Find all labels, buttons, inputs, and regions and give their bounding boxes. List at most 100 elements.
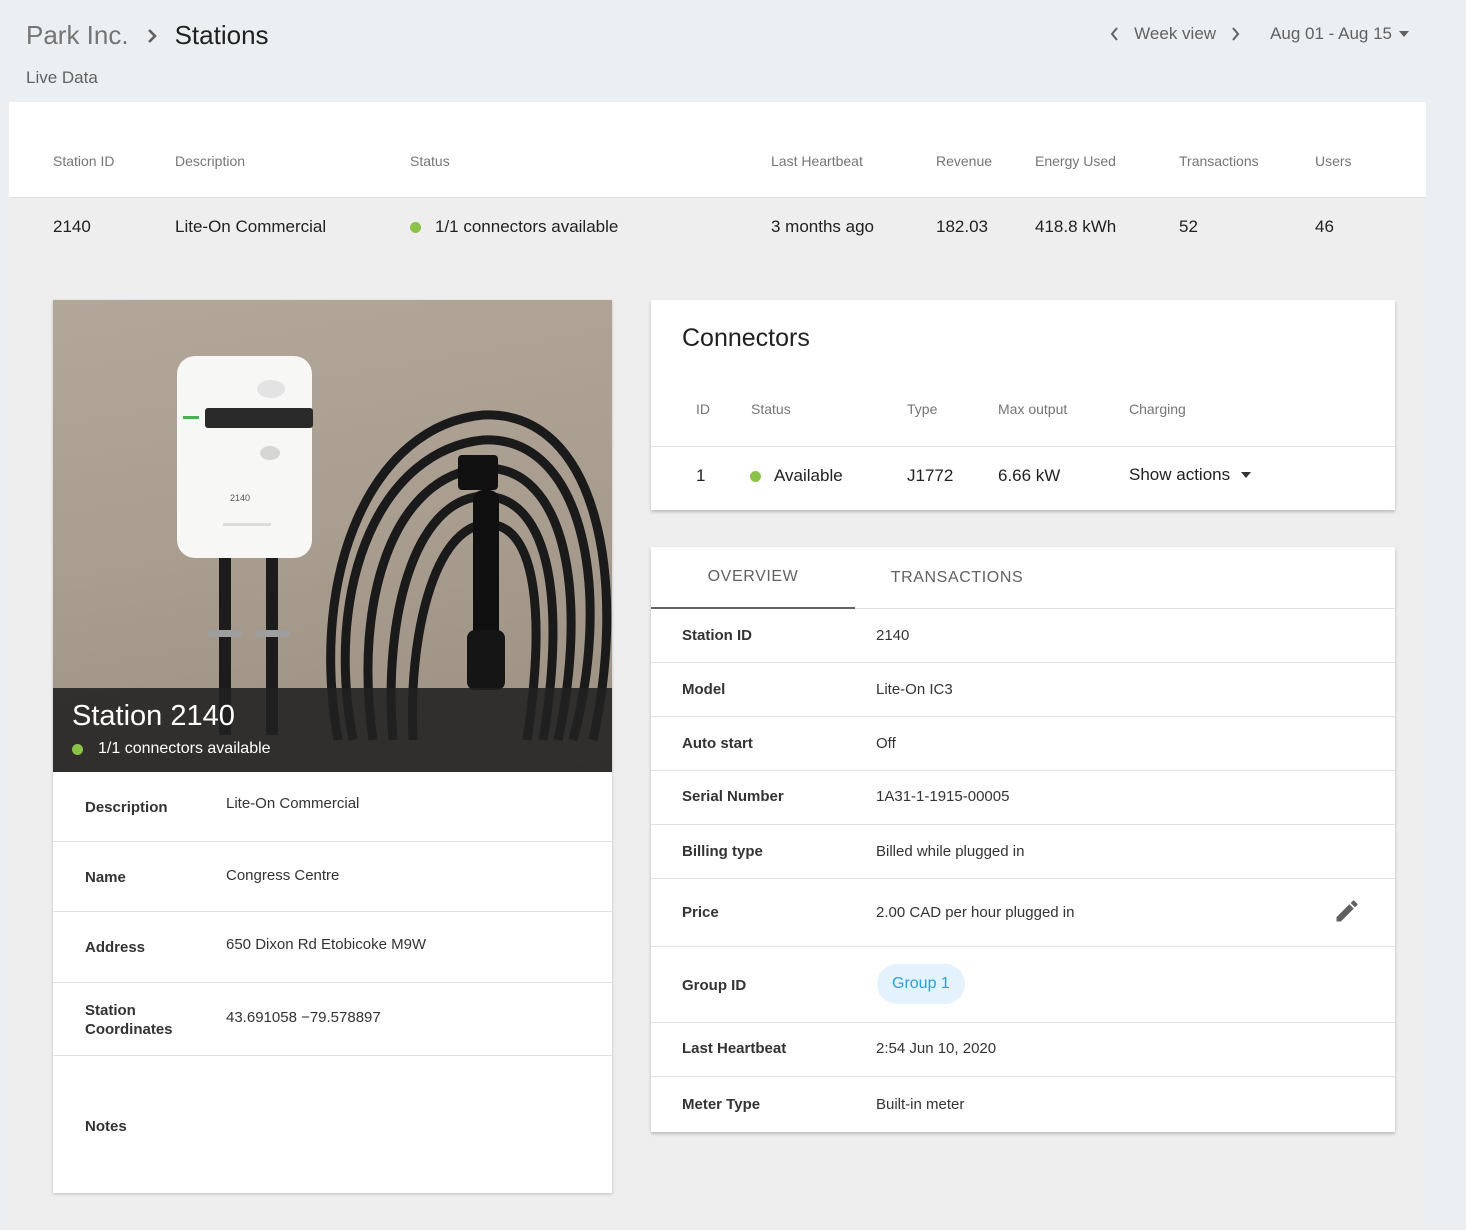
cell-status-text: 1/1 connectors available — [435, 217, 619, 236]
cell-energy-used: 418.8 kWh — [1035, 217, 1117, 236]
info-row-address: Address 650 Dixon Rd Etobicoke M9W — [53, 912, 612, 983]
column-header-description[interactable]: Description — [175, 153, 245, 169]
info-row-name: Name Congress Centre — [53, 842, 612, 912]
connector-status: Available — [750, 466, 843, 486]
info-value: Lite-On Commercial — [226, 795, 360, 812]
device-id-label: 2140 — [230, 493, 250, 503]
column-header-station-id[interactable]: Station ID — [53, 153, 114, 169]
connector-column-id: ID — [696, 401, 710, 417]
info-label: Description — [85, 799, 168, 816]
info-label: Address — [85, 939, 146, 956]
detail-label: Price — [682, 904, 719, 921]
column-header-revenue[interactable]: Revenue — [936, 153, 992, 169]
info-row-coordinates: Station Coordinates 43.691058 −79.578897 — [53, 983, 612, 1056]
date-range-value: Aug 01 - Aug 15 — [1270, 24, 1392, 43]
tab-overview[interactable]: OVERVIEW — [651, 547, 855, 609]
detail-label: Group ID — [682, 977, 747, 994]
detail-value: 2.00 CAD per hour plugged in — [876, 904, 1075, 921]
column-header-energy-used[interactable]: Energy Used — [1035, 153, 1116, 169]
detail-row-group-id: Group ID Group 1 — [651, 947, 1395, 1023]
status-dot-icon — [750, 470, 761, 482]
group-chip[interactable]: Group 1 — [877, 964, 965, 1004]
connector-column-type: Type — [907, 401, 938, 417]
detail-value: Billed while plugged in — [876, 843, 1025, 860]
breadcrumb-current: Stations — [174, 20, 269, 50]
info-label: Station Coordinates — [85, 1002, 173, 1038]
detail-row-price: Price 2.00 CAD per hour plugged in — [651, 879, 1395, 947]
next-week-button[interactable] — [1226, 22, 1246, 46]
chevron-left-icon — [1110, 27, 1118, 41]
status-dot-icon — [72, 743, 83, 755]
cell-users: 46 — [1315, 217, 1334, 236]
details-tabs: OVERVIEW TRANSACTIONS — [651, 547, 1395, 609]
cell-transactions: 52 — [1179, 217, 1198, 236]
detail-row-station-id: Station ID 2140 — [651, 609, 1395, 663]
info-value: Congress Centre — [226, 867, 340, 884]
cell-last-heartbeat: 3 months ago — [771, 217, 875, 236]
station-photo: 2140 Station 2140 1/1 connectors availab… — [53, 300, 612, 772]
page-subtitle: Live Data — [26, 68, 98, 87]
detail-value: 2140 — [876, 627, 910, 644]
previous-week-button[interactable] — [1104, 22, 1124, 46]
chevron-right-icon — [137, 21, 167, 51]
detail-label: Auto start — [682, 735, 753, 752]
info-row-notes: Notes — [53, 1056, 612, 1193]
caret-down-icon — [1241, 472, 1252, 478]
station-status-text: 1/1 connectors available — [98, 740, 271, 757]
caret-down-icon — [1399, 31, 1409, 37]
connectors-card: Connectors ID Status Type Max output Cha… — [651, 300, 1395, 510]
detail-row-serial-number: Serial Number 1A31-1-1915-00005 — [651, 771, 1395, 825]
week-view-label[interactable]: Week view — [1130, 24, 1220, 44]
detail-label: Model — [682, 681, 726, 698]
connector-status-text: Available — [774, 466, 843, 485]
detail-label: Station ID — [682, 627, 752, 644]
info-label: Name — [85, 869, 126, 886]
status-dot-icon — [410, 221, 421, 233]
chevron-right-icon — [1232, 27, 1240, 41]
show-actions-button[interactable]: Show actions — [1129, 465, 1252, 485]
table-row[interactable]: 2140 Lite-On Commercial 1/1 connectors a… — [9, 199, 1426, 259]
cell-description: Lite-On Commercial — [175, 217, 327, 236]
connectors-title: Connectors — [682, 324, 810, 352]
info-label: Notes — [85, 1118, 127, 1135]
date-range-select[interactable]: Aug 01 - Aug 15 — [1270, 24, 1410, 44]
connector-max-output: 6.66 kW — [998, 466, 1061, 485]
edit-price-button[interactable] — [1333, 897, 1361, 925]
column-header-users[interactable]: Users — [1315, 153, 1352, 169]
connector-id: 1 — [696, 466, 706, 485]
date-controls: Week view Aug 01 - Aug 15 — [1104, 22, 1410, 46]
cell-revenue: 182.03 — [936, 217, 988, 236]
info-row-description: Description Lite-On Commercial — [53, 772, 612, 842]
details-card: OVERVIEW TRANSACTIONS Station ID 2140 Mo… — [651, 547, 1395, 1132]
detail-row-meter-type: Meter Type Built-in meter — [651, 1077, 1395, 1132]
detail-row-billing-type: Billing type Billed while plugged in — [651, 825, 1395, 879]
connector-type: J1772 — [907, 466, 954, 485]
stations-table-header: Station ID Description Status Last Heart… — [9, 102, 1426, 198]
detail-label: Meter Type — [682, 1096, 761, 1113]
connector-column-max-output: Max output — [998, 401, 1068, 417]
breadcrumb-parent-link[interactable]: Park Inc. — [26, 20, 129, 51]
station-title: Station 2140 — [72, 700, 235, 732]
detail-row-last-heartbeat: Last Heartbeat 2:54 Jun 10, 2020 — [651, 1023, 1395, 1077]
breadcrumb: Park Inc. Stations — [26, 20, 269, 51]
detail-label: Billing type — [682, 843, 763, 860]
column-header-transactions[interactable]: Transactions — [1179, 153, 1259, 169]
detail-value: 2:54 Jun 10, 2020 — [876, 1040, 997, 1057]
detail-value: 1A31-1-1915-00005 — [876, 788, 1010, 805]
cell-station-id: 2140 — [53, 217, 91, 236]
info-value: 43.691058 −79.578897 — [226, 1009, 381, 1026]
pencil-icon — [1336, 900, 1358, 922]
detail-row-auto-start: Auto start Off — [651, 717, 1395, 771]
column-header-last-heartbeat[interactable]: Last Heartbeat — [771, 153, 863, 169]
cell-status: 1/1 connectors available — [410, 217, 618, 237]
connector-column-status: Status — [751, 401, 791, 417]
detail-value: Off — [876, 735, 896, 752]
detail-label: Last Heartbeat — [682, 1040, 787, 1057]
connector-column-charging: Charging — [1129, 401, 1186, 417]
column-header-status[interactable]: Status — [410, 153, 450, 169]
info-value: 650 Dixon Rd Etobicoke M9W — [226, 936, 427, 953]
detail-row-model: Model Lite-On IC3 — [651, 663, 1395, 717]
show-actions-label: Show actions — [1129, 465, 1231, 484]
detail-value: Built-in meter — [876, 1096, 965, 1113]
tab-transactions[interactable]: TRANSACTIONS — [855, 547, 1059, 609]
